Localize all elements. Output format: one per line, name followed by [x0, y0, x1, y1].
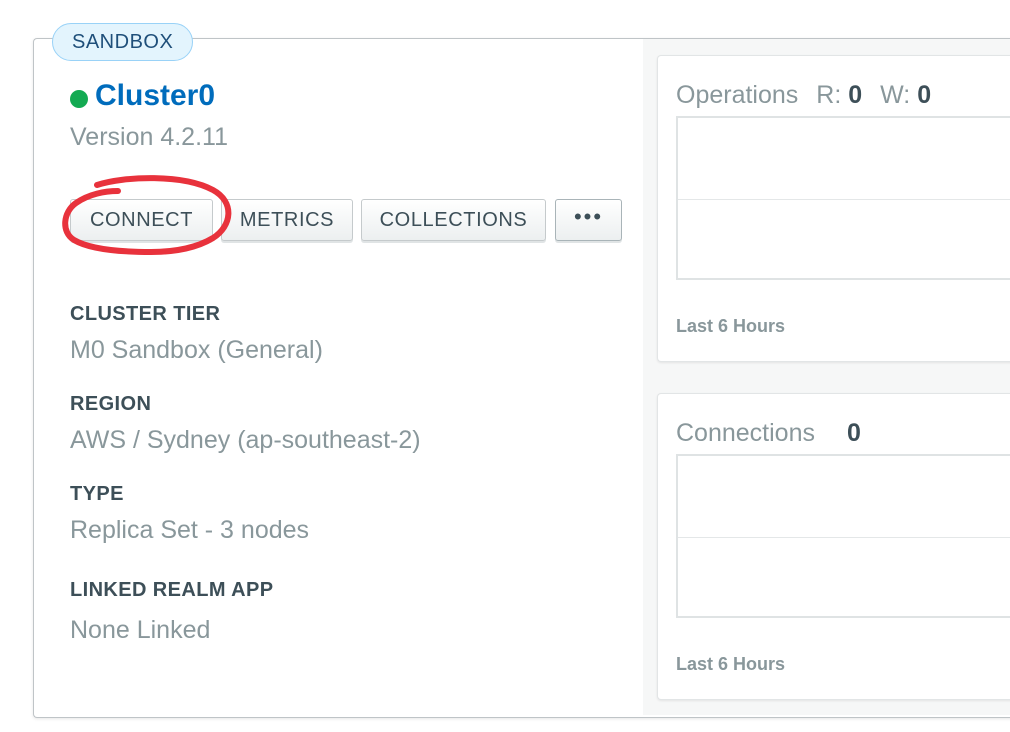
- cluster-status-dot: [70, 90, 88, 108]
- cluster-tier-value: M0 Sandbox (General): [70, 336, 323, 364]
- connections-title-row: Connections 0: [676, 419, 861, 448]
- linked-realm-app-label: LINKED REALM APP: [70, 579, 274, 601]
- cluster-tier-label: CLUSTER TIER: [70, 303, 221, 325]
- operations-title: Operations: [676, 81, 799, 109]
- connections-value: 0: [846, 419, 861, 447]
- cluster-name-link[interactable]: Cluster0: [95, 78, 215, 114]
- sandbox-badge: SANDBOX: [52, 23, 194, 61]
- connect-button-label: CONNECT: [89, 208, 194, 231]
- connections-chart-gridline: [678, 537, 1010, 538]
- region-value: AWS / Sydney (ap-southeast-2): [70, 426, 421, 454]
- more-options-button[interactable]: •••: [555, 199, 622, 241]
- operations-read-value: 0: [848, 81, 863, 109]
- cluster-version: Version 4.2.11: [70, 123, 228, 151]
- collections-button-label: COLLECTIONS: [379, 208, 528, 231]
- connections-card[interactable]: Connections 0 Last 6 Hours: [657, 393, 1010, 700]
- connect-button[interactable]: CONNECT: [70, 199, 213, 241]
- metrics-button-label: METRICS: [239, 208, 335, 231]
- operations-read-label: R:: [816, 81, 842, 109]
- more-options-icon: •••: [573, 204, 604, 229]
- operations-write-value: 0: [917, 81, 932, 109]
- type-label: TYPE: [70, 483, 124, 505]
- operations-time-range: Last 6 Hours: [676, 316, 786, 336]
- operations-title-row: Operations R: 0 W: 0: [676, 81, 931, 110]
- cluster-overview-page: SANDBOX Cluster0 Version 4.2.11 CONNECT …: [0, 0, 1010, 732]
- sandbox-badge-label: SANDBOX: [72, 30, 174, 53]
- type-value: Replica Set - 3 nodes: [70, 516, 310, 544]
- metrics-button[interactable]: METRICS: [221, 199, 353, 241]
- linked-realm-app-value: None Linked: [70, 616, 211, 644]
- region-label: REGION: [70, 393, 152, 415]
- collections-button[interactable]: COLLECTIONS: [361, 199, 546, 241]
- connections-title: Connections: [676, 419, 815, 447]
- operations-card[interactable]: Operations R: 0 W: 0 Last 6 Hours: [657, 55, 1010, 362]
- connections-time-range: Last 6 Hours: [676, 654, 786, 674]
- connections-chart: [676, 454, 1010, 618]
- operations-write-label: W:: [880, 81, 911, 109]
- operations-chart: [676, 116, 1010, 280]
- operations-chart-gridline: [678, 199, 1010, 200]
